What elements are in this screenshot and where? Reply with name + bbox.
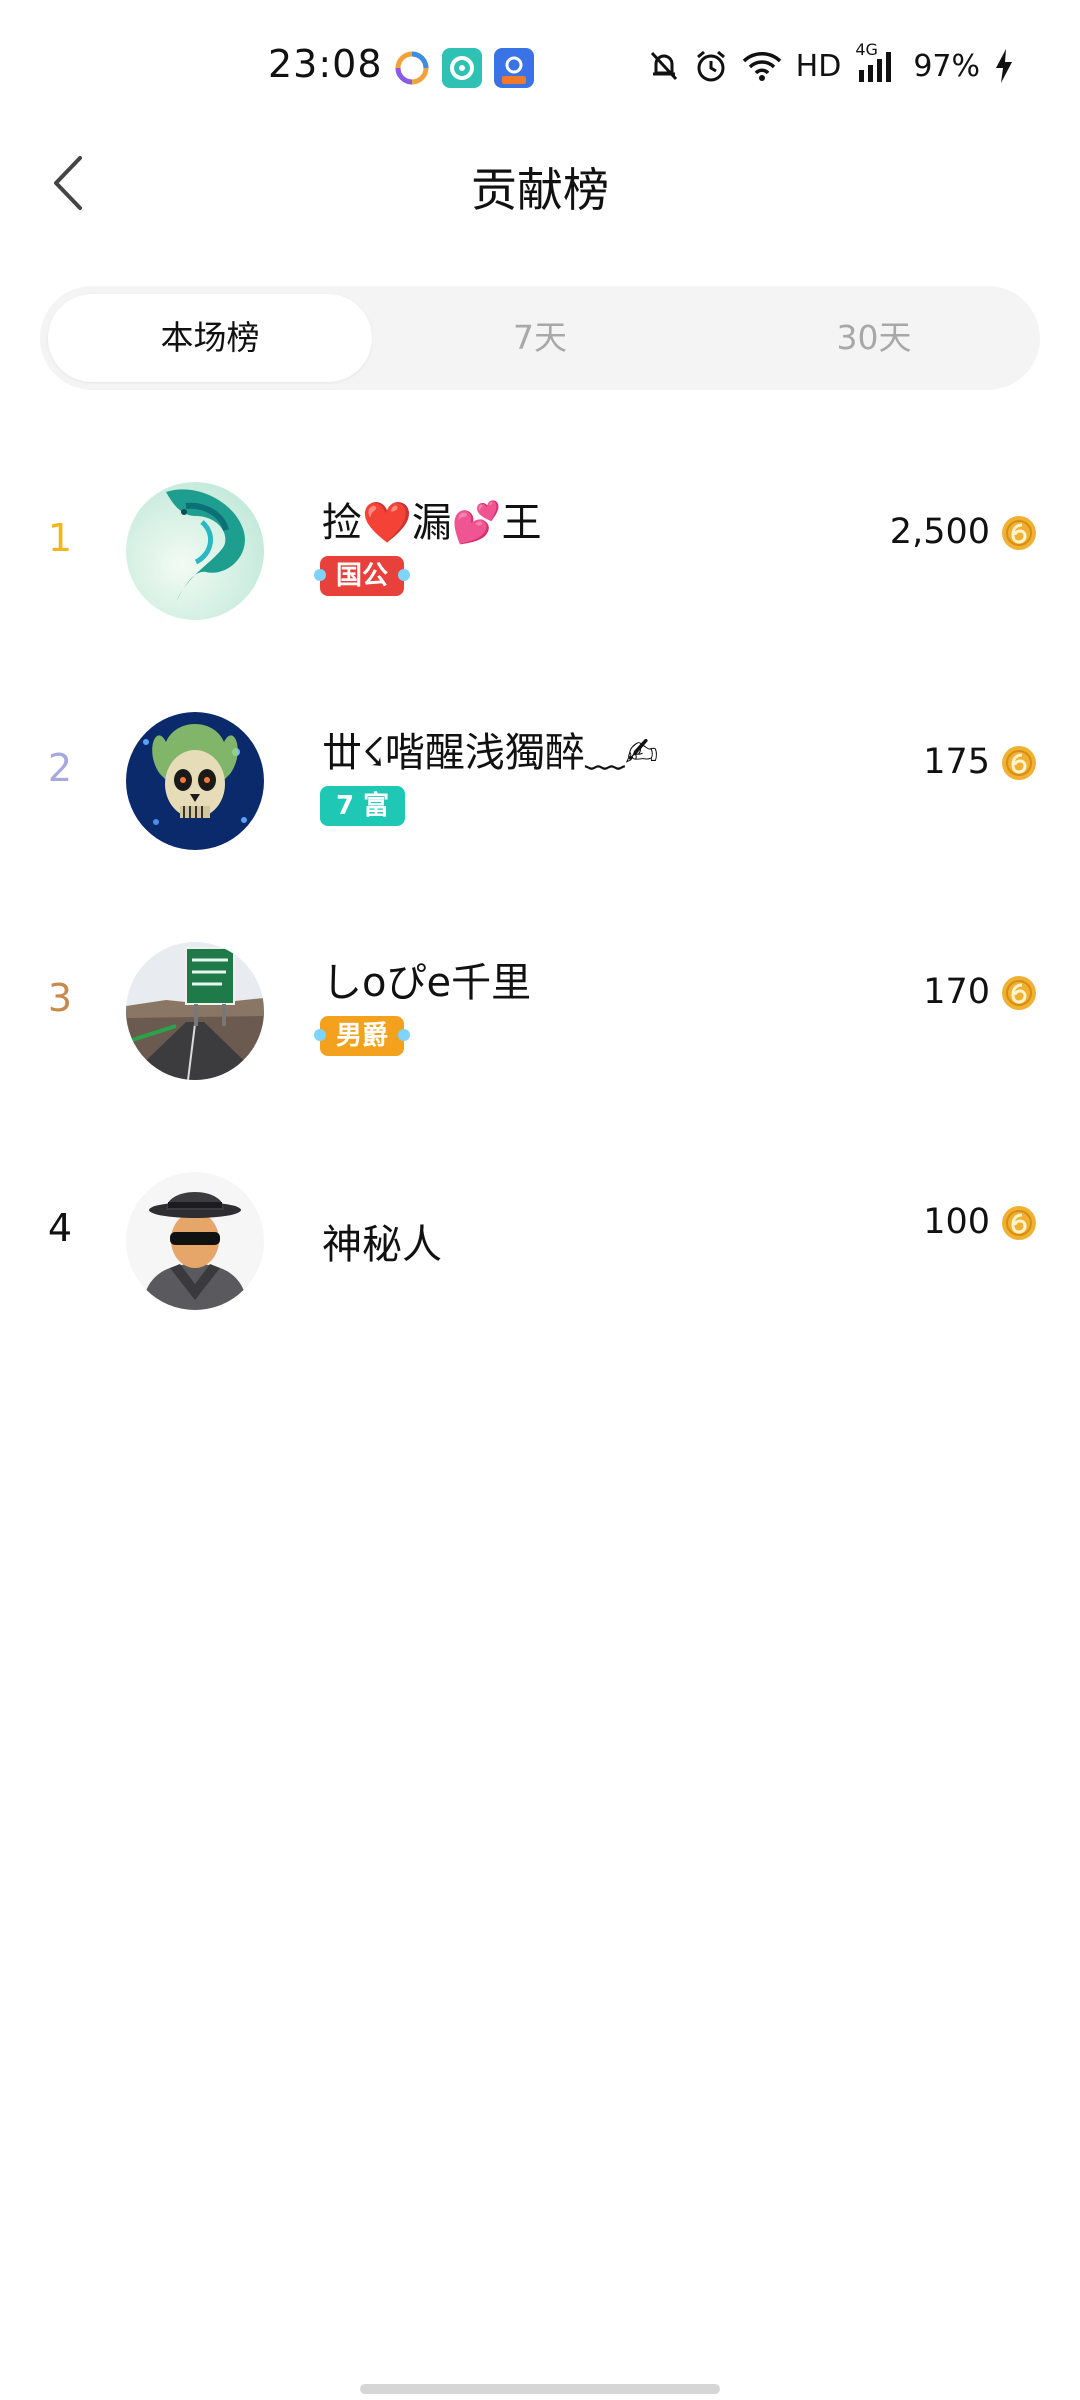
rank-number: 2 bbox=[47, 746, 73, 790]
status-time: 23:08 bbox=[268, 42, 383, 86]
rank-number: 1 bbox=[47, 516, 73, 560]
highway-sign-avatar[interactable] bbox=[126, 942, 264, 1080]
page-title: 贡献榜 bbox=[471, 163, 609, 217]
user-name: 神秘人 bbox=[322, 1222, 442, 1268]
user-name: 丗☇喈醒浅獨醉﹏✍ bbox=[322, 730, 659, 776]
rank-number: 4 bbox=[47, 1206, 73, 1250]
user-name: しoぴe千里 bbox=[322, 960, 532, 1006]
cellular-signal-icon: 4G bbox=[855, 40, 899, 84]
tab-current-session[interactable]: 本场榜 bbox=[48, 294, 372, 382]
badge-label: 国公 bbox=[336, 561, 389, 591]
status-bar: 23:08 HD 4G 97% bbox=[0, 0, 1080, 136]
dragon-avatar[interactable] bbox=[126, 482, 264, 620]
network-hd-label: HD bbox=[795, 48, 842, 84]
mute-bell-icon bbox=[648, 49, 680, 83]
coin-icon bbox=[1000, 1204, 1038, 1242]
contribution-score: 175 bbox=[923, 742, 990, 782]
rank-badge: 7 富 bbox=[320, 786, 406, 826]
coin-icon bbox=[1000, 514, 1038, 552]
alarm-icon bbox=[694, 49, 728, 83]
music-app-icon bbox=[442, 48, 482, 88]
contribution-score: 170 bbox=[923, 972, 990, 1012]
tab-30-days[interactable]: 30天 bbox=[708, 286, 1040, 390]
badge-label: 7 富 bbox=[336, 791, 390, 821]
coin-icon bbox=[1000, 744, 1038, 782]
status-indicators: HD 4G 97% bbox=[648, 40, 1014, 88]
user-name: 捡❤️漏💕王 bbox=[322, 500, 542, 546]
home-indicator[interactable] bbox=[360, 2384, 720, 2394]
header: 贡献榜 bbox=[0, 136, 1080, 232]
contribution-score: 100 bbox=[923, 1202, 990, 1242]
tab-7-days[interactable]: 7天 bbox=[374, 286, 706, 390]
rank-badge: 国公 bbox=[314, 556, 411, 596]
mystery-man-avatar[interactable] bbox=[126, 1172, 264, 1310]
rank-badge: 男爵 bbox=[314, 1016, 411, 1056]
ranking-tab-bar: 本场榜 7天 30天 bbox=[40, 286, 1040, 390]
app-notification-icon bbox=[392, 48, 432, 88]
charging-bolt-icon bbox=[994, 48, 1014, 84]
rank-number: 3 bbox=[47, 976, 73, 1020]
battery-percent: 97% bbox=[913, 48, 980, 84]
skull-avatar[interactable] bbox=[126, 712, 264, 850]
contribution-ranking-page: 23:08 HD 4G 97% 贡献榜 本场榜 7天 30天 1 捡❤️漏💕王 … bbox=[0, 0, 1080, 2400]
badge-label: 男爵 bbox=[336, 1021, 389, 1051]
wifi-icon bbox=[742, 50, 782, 82]
ranking-row[interactable]: 2 丗☇喈醒浅獨醉﹏✍ 7 富 175 bbox=[0, 672, 1080, 872]
coin-icon bbox=[1000, 974, 1038, 1012]
radio-app-icon bbox=[494, 48, 534, 88]
contribution-score: 2,500 bbox=[889, 512, 990, 552]
ranking-row[interactable]: 4 神秘人 100 bbox=[0, 1132, 1080, 1332]
ranking-row[interactable]: 1 捡❤️漏💕王 国公 2,500 bbox=[0, 442, 1080, 642]
ranking-row[interactable]: 3 しoぴe千里 男爵 170 bbox=[0, 902, 1080, 1102]
